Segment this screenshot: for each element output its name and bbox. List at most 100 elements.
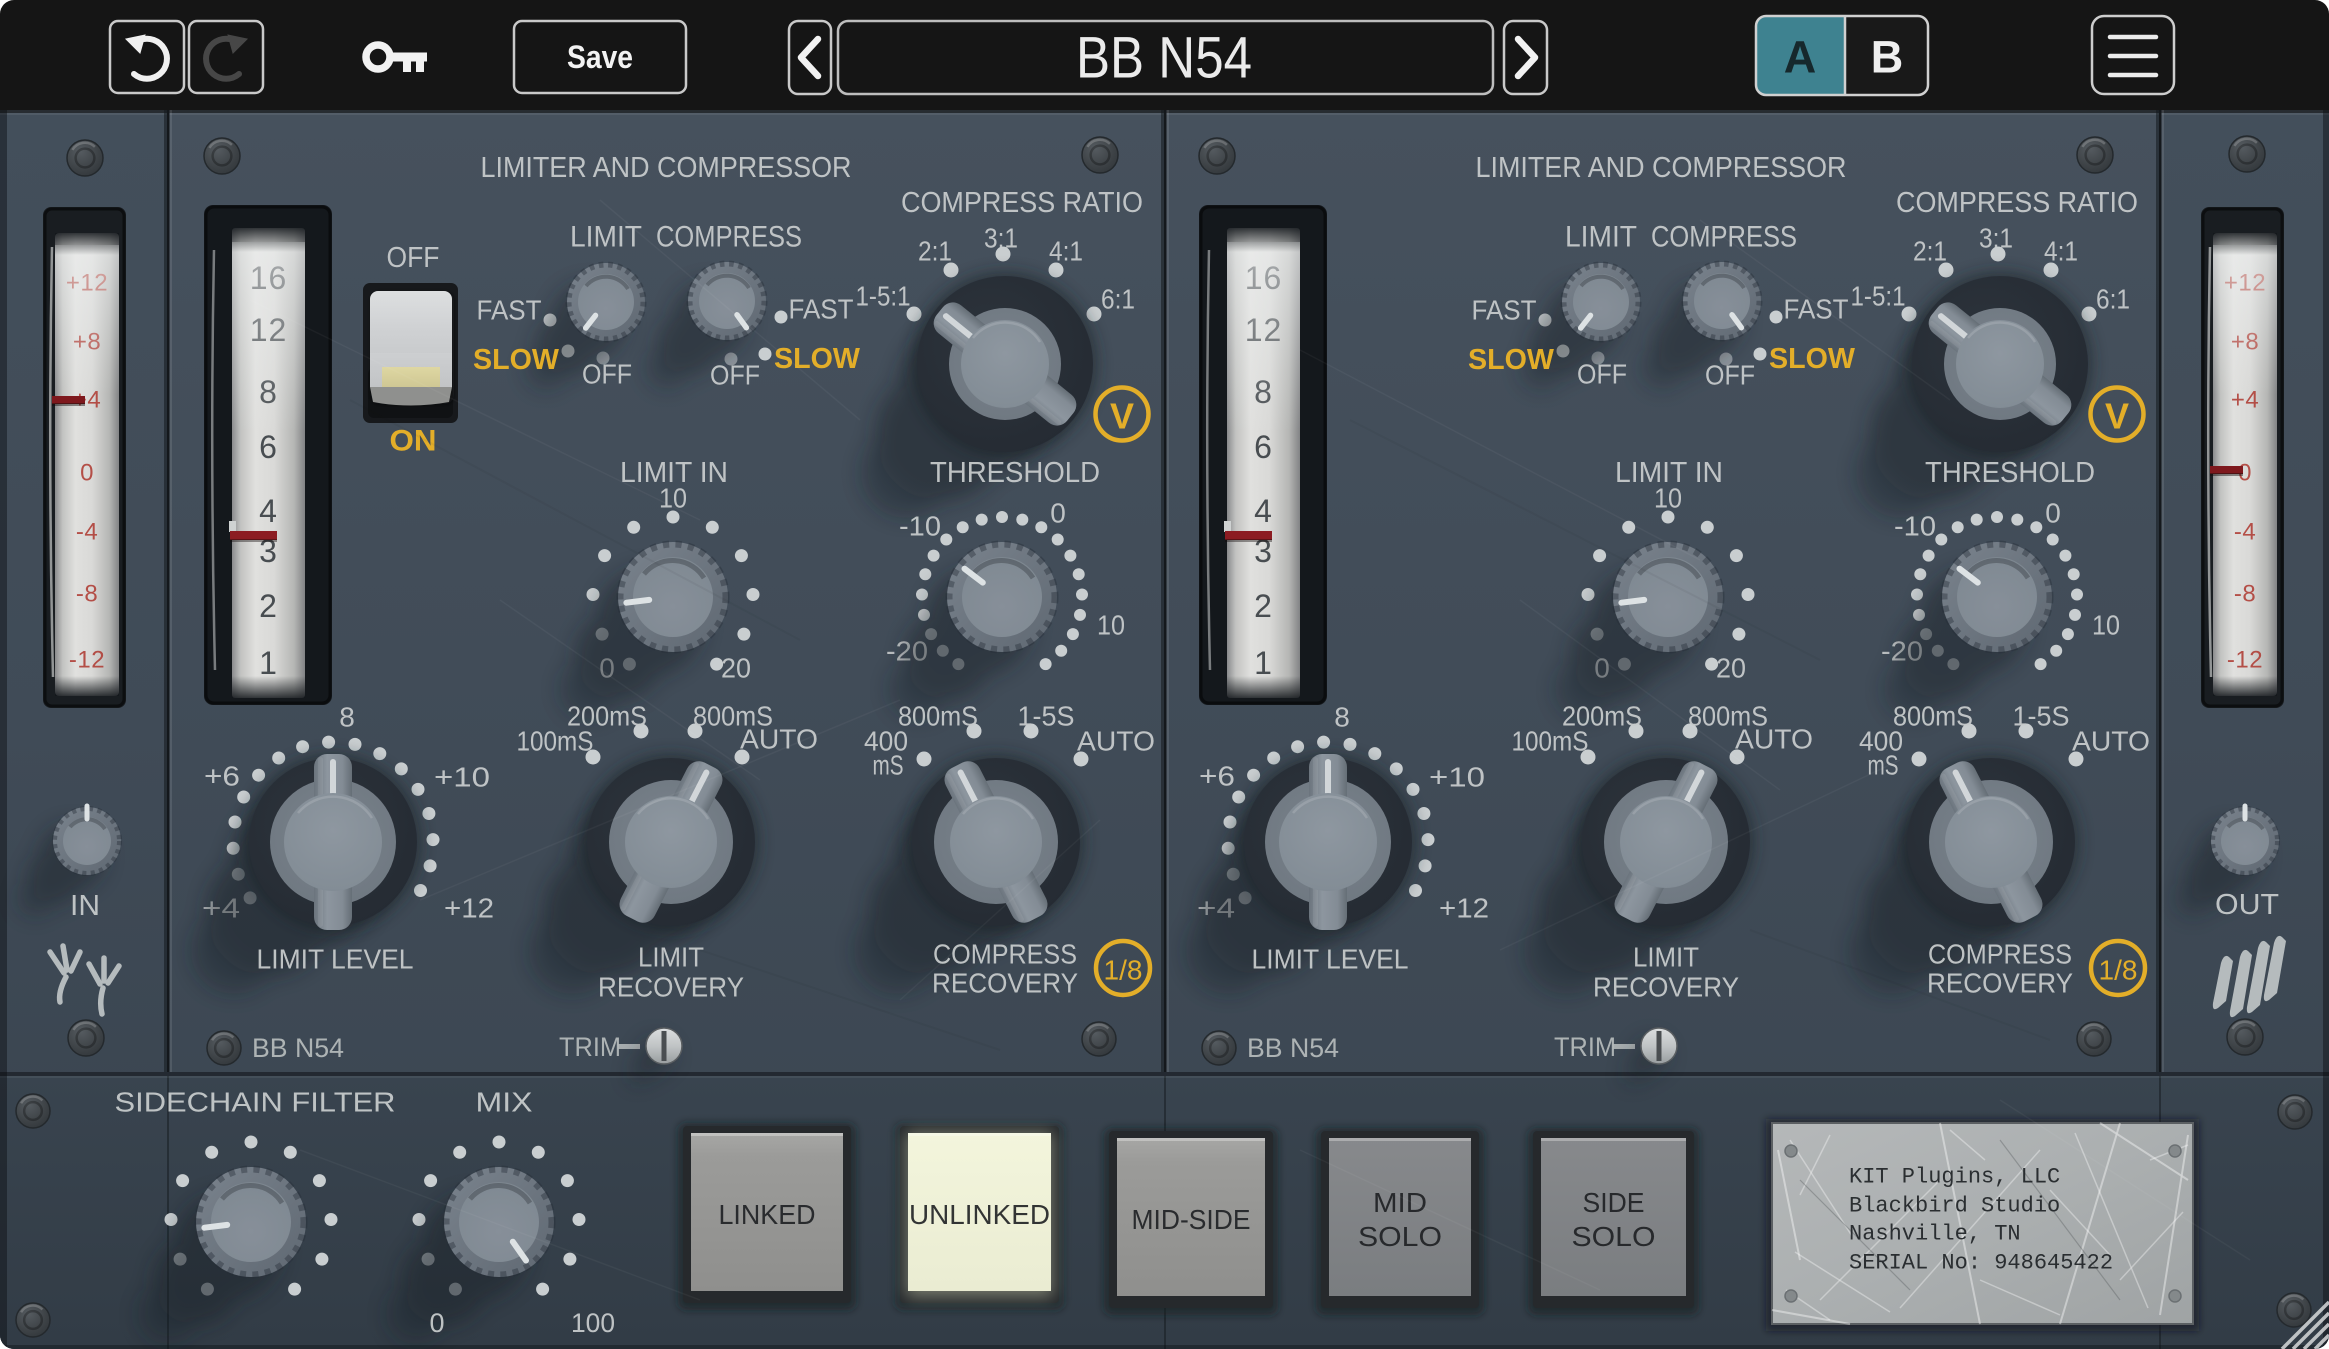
svg-text:SLOW: SLOW (1468, 344, 1555, 376)
svg-text:SLOW: SLOW (1769, 343, 1856, 375)
svg-text:4:1: 4:1 (1049, 236, 1083, 267)
svg-text:COMPRESS: COMPRESS (656, 221, 802, 254)
svg-text:1-5S: 1-5S (1018, 701, 1075, 732)
svg-text:8: 8 (1334, 702, 1350, 733)
svg-text:6: 6 (1254, 429, 1273, 465)
svg-text:THRESHOLD: THRESHOLD (1925, 457, 2095, 489)
svg-text:SOLO: SOLO (1358, 1221, 1442, 1252)
svg-text:6:1: 6:1 (2096, 284, 2130, 315)
svg-text:+6: +6 (204, 761, 240, 792)
svg-text:-4: -4 (2234, 519, 2256, 546)
svg-text:+6: +6 (1199, 761, 1235, 792)
svg-text:FAST: FAST (789, 294, 854, 325)
svg-text:LIMIT LEVEL: LIMIT LEVEL (257, 944, 414, 975)
svg-text:TRIM: TRIM (559, 1032, 621, 1062)
svg-text:LINKED: LINKED (719, 1199, 816, 1230)
svg-text:-8: -8 (76, 581, 98, 608)
svg-text:1-5S: 1-5S (2013, 701, 2070, 732)
svg-text:-12: -12 (2227, 647, 2263, 674)
svg-text:FAST: FAST (1472, 295, 1537, 326)
svg-text:200mS: 200mS (567, 701, 647, 732)
svg-text:IN: IN (70, 890, 100, 922)
svg-text:UNLINKED: UNLINKED (909, 1199, 1050, 1230)
svg-text:RECOVERY: RECOVERY (598, 972, 744, 1003)
svg-text:V: V (1110, 396, 1134, 437)
svg-text:20: 20 (721, 653, 751, 684)
svg-text:Save: Save (567, 39, 633, 75)
svg-text:BB N54: BB N54 (252, 1033, 344, 1063)
svg-text:0: 0 (429, 1308, 444, 1338)
svg-text:OFF: OFF (387, 242, 440, 274)
svg-text:1/8: 1/8 (2099, 955, 2138, 986)
svg-text:OFF: OFF (1577, 359, 1627, 390)
svg-text:AUTO: AUTO (1735, 724, 1813, 755)
svg-text:10: 10 (1097, 610, 1125, 641)
svg-text:AUTO: AUTO (1077, 726, 1155, 757)
svg-text:A: A (1784, 32, 1817, 83)
svg-text:MID-SIDE: MID-SIDE (1132, 1204, 1251, 1235)
svg-text:Nashville, TN: Nashville, TN (1849, 1222, 2021, 1247)
svg-text:2:1: 2:1 (918, 236, 952, 267)
svg-text:BB N54: BB N54 (1247, 1033, 1339, 1063)
svg-text:4:1: 4:1 (2044, 236, 2078, 267)
svg-text:-12: -12 (69, 647, 105, 674)
svg-text:OFF: OFF (582, 359, 632, 390)
svg-text:-4: -4 (76, 519, 98, 546)
svg-text:LIMIT: LIMIT (1565, 221, 1637, 254)
svg-text:10: 10 (659, 483, 687, 514)
svg-text:-10: -10 (899, 511, 941, 542)
svg-text:10: 10 (2092, 610, 2120, 641)
svg-text:COMPRESS: COMPRESS (1928, 939, 2072, 970)
svg-text:MID: MID (1373, 1187, 1427, 1218)
svg-text:Blackbird Studio: Blackbird Studio (1849, 1194, 2060, 1219)
svg-text:COMPRESS RATIO: COMPRESS RATIO (1896, 187, 2138, 219)
svg-text:2:1: 2:1 (1913, 236, 1947, 267)
svg-text:SIDE: SIDE (1583, 1187, 1645, 1218)
svg-text:OFF: OFF (1705, 360, 1755, 391)
svg-text:RECOVERY: RECOVERY (1927, 968, 2073, 999)
svg-text:KIT Plugins, LLC: KIT Plugins, LLC (1849, 1165, 2060, 1190)
svg-text:800mS: 800mS (898, 701, 978, 732)
svg-text:8: 8 (339, 702, 355, 733)
svg-text:4: 4 (1254, 493, 1273, 529)
svg-text:SIDECHAIN FILTER: SIDECHAIN FILTER (115, 1087, 396, 1118)
svg-text:100: 100 (571, 1308, 615, 1338)
svg-text:RECOVERY: RECOVERY (932, 968, 1078, 999)
svg-text:AUTO: AUTO (2072, 726, 2150, 757)
svg-text:6:1: 6:1 (1101, 284, 1135, 315)
svg-text:OUT: OUT (2215, 889, 2279, 921)
svg-text:+12: +12 (444, 893, 494, 924)
svg-text:BB N54: BB N54 (1076, 26, 1252, 91)
svg-text:4: 4 (259, 493, 278, 529)
svg-text:MIX: MIX (476, 1087, 533, 1118)
svg-text:SOLO: SOLO (1572, 1221, 1656, 1252)
svg-text:LIMIT: LIMIT (638, 942, 704, 973)
svg-text:COMPRESS: COMPRESS (933, 939, 1077, 970)
svg-text:-8: -8 (2234, 581, 2256, 608)
svg-text:+12: +12 (1439, 893, 1489, 924)
svg-text:FAST: FAST (477, 295, 542, 326)
svg-text:2: 2 (1254, 588, 1273, 624)
svg-text:OFF: OFF (710, 360, 760, 391)
svg-text:V: V (2105, 396, 2129, 437)
svg-text:LIMIT: LIMIT (1633, 942, 1699, 973)
svg-text:1-5:1: 1-5:1 (1851, 281, 1906, 312)
svg-text:SLOW: SLOW (473, 344, 560, 376)
svg-text:LIMITER AND COMPRESSOR: LIMITER AND COMPRESSOR (1476, 152, 1847, 184)
svg-text:1: 1 (259, 645, 278, 681)
svg-text:2: 2 (259, 588, 278, 624)
svg-text:LIMITER AND COMPRESSOR: LIMITER AND COMPRESSOR (481, 152, 852, 184)
svg-text:THRESHOLD: THRESHOLD (930, 457, 1100, 489)
svg-text:+10: +10 (434, 762, 490, 793)
svg-text:+10: +10 (1429, 762, 1485, 793)
svg-text:TRIM: TRIM (1554, 1032, 1616, 1062)
svg-text:1: 1 (1254, 645, 1273, 681)
svg-text:COMPRESS RATIO: COMPRESS RATIO (901, 187, 1143, 219)
svg-text:10: 10 (1654, 483, 1682, 514)
svg-text:RECOVERY: RECOVERY (1593, 972, 1739, 1003)
svg-text:0: 0 (2045, 498, 2061, 529)
svg-text:1/8: 1/8 (1104, 955, 1143, 986)
svg-text:6: 6 (259, 429, 278, 465)
svg-text:1-5:1: 1-5:1 (856, 281, 911, 312)
svg-text:ON: ON (390, 425, 437, 458)
